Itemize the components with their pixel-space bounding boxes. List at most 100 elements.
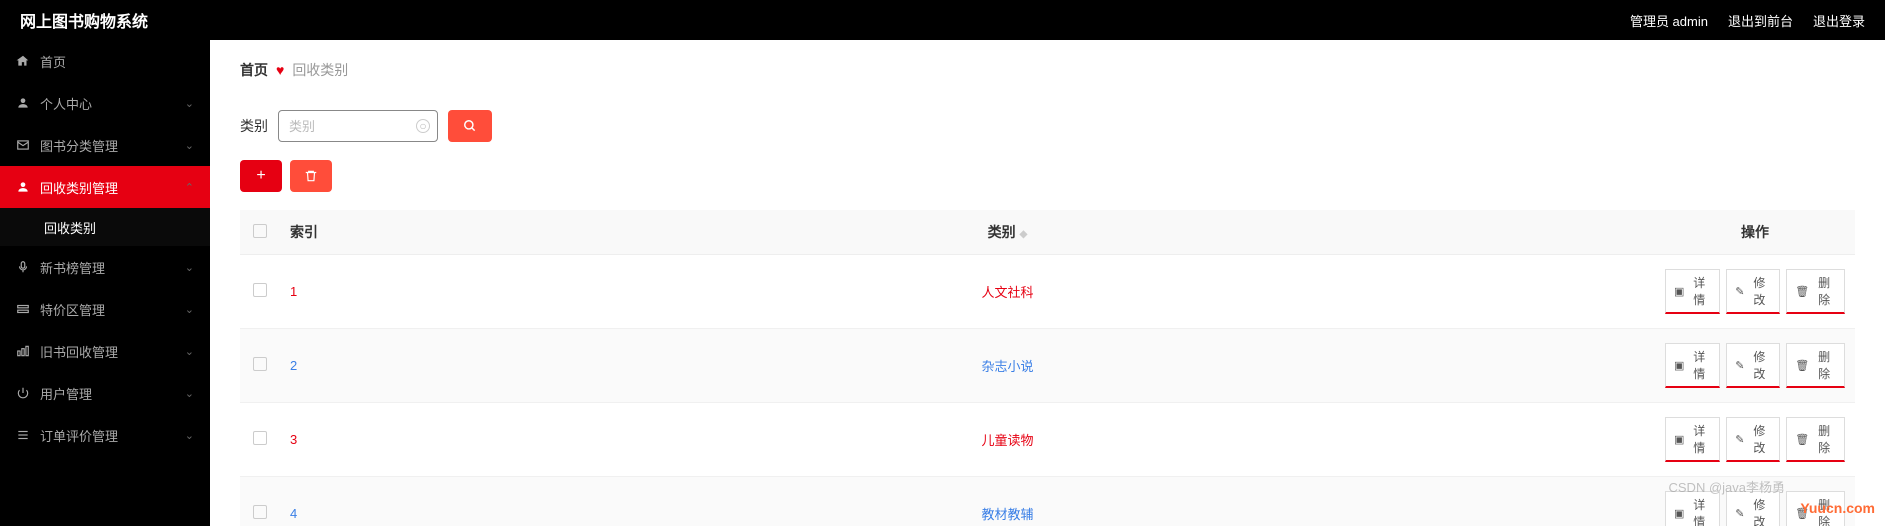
sidebar-item-8[interactable]: 订单评价管理 ⌄ — [0, 414, 210, 456]
chevron-down-icon: ⌄ — [185, 429, 194, 442]
breadcrumb: 首页 ♥ 回收类别 — [240, 60, 1855, 80]
sidebar-item-5[interactable]: 特价区管理 ⌄ — [0, 288, 210, 330]
clear-icon[interactable]: ○ — [416, 119, 430, 133]
row-checkbox[interactable] — [253, 357, 267, 371]
row-index: 4 — [290, 506, 297, 521]
trash-icon: 🗑 — [1795, 359, 1809, 372]
edit-button[interactable]: ✎修改 — [1726, 417, 1780, 462]
header: 网上图书购物系统 管理员 admin 退出到前台 退出登录 — [0, 0, 1885, 40]
sidebar-item-2[interactable]: 图书分类管理 ⌄ — [0, 124, 210, 166]
sidebar-item-6[interactable]: 旧书回收管理 ⌄ — [0, 330, 210, 372]
breadcrumb-home[interactable]: 首页 — [240, 60, 268, 80]
tag-icon — [16, 302, 30, 316]
edit-button[interactable]: ✎修改 — [1726, 491, 1780, 526]
sidebar-item-label: 旧书回收管理 — [40, 342, 118, 361]
plus-icon: + — [256, 167, 265, 185]
user2-icon — [16, 180, 30, 194]
row-index: 1 — [290, 284, 297, 299]
edit-button[interactable]: ✎修改 — [1726, 343, 1780, 388]
power-icon — [16, 386, 30, 400]
list-icon — [16, 428, 30, 442]
search-button[interactable] — [448, 110, 492, 142]
chevron-down-icon: ⌄ — [185, 303, 194, 316]
sidebar-item-label: 特价区管理 — [40, 300, 105, 319]
row-category: 教材教辅 — [981, 507, 1033, 522]
detail-button[interactable]: ▣详情 — [1665, 269, 1720, 314]
back-to-front-link[interactable]: 退出到前台 — [1728, 11, 1793, 30]
sidebar-item-label: 订单评价管理 — [40, 426, 118, 445]
sidebar-item-label: 用户管理 — [40, 384, 92, 403]
detail-icon: ▣ — [1674, 507, 1684, 520]
sidebar-item-label: 图书分类管理 — [40, 136, 118, 155]
sidebar-item-1[interactable]: 个人中心 ⌄ — [0, 82, 210, 124]
app-title: 网上图书购物系统 — [20, 8, 148, 32]
home-icon — [16, 54, 30, 68]
detail-icon: ▣ — [1674, 359, 1684, 372]
sort-icon: ◆ — [1020, 229, 1028, 240]
edit-icon: ✎ — [1735, 359, 1744, 372]
header-right: 管理员 admin 退出到前台 退出登录 — [1630, 11, 1865, 30]
sidebar-item-label: 新书榜管理 — [40, 258, 105, 277]
breadcrumb-current: 回收类别 — [292, 60, 348, 80]
chevron-up-icon: ⌃ — [185, 181, 194, 194]
select-all-checkbox[interactable] — [253, 224, 267, 238]
user-icon — [16, 96, 30, 110]
header-category[interactable]: 类别◆ — [360, 210, 1655, 255]
edit-icon: ✎ — [1735, 285, 1744, 298]
admin-label[interactable]: 管理员 admin — [1630, 11, 1708, 30]
table-row: 2 杂志小说 ▣详情 ✎修改 🗑删除 — [240, 329, 1855, 403]
chevron-down-icon: ⌄ — [185, 387, 194, 400]
row-category: 人文社科 — [981, 285, 1033, 300]
chevron-down-icon: ⌄ — [185, 261, 194, 274]
table-row: 1 人文社科 ▣详情 ✎修改 🗑删除 — [240, 255, 1855, 329]
trash-icon — [304, 169, 318, 183]
delete-button[interactable]: 🗑删除 — [1786, 269, 1845, 314]
add-button[interactable]: + — [240, 160, 282, 192]
sidebar-item-3[interactable]: 回收类别管理⌃ — [0, 166, 210, 208]
sidebar-item-4[interactable]: 新书榜管理 ⌄ — [0, 246, 210, 288]
row-index: 2 — [290, 358, 297, 373]
sidebar-item-0[interactable]: 首页 — [0, 40, 210, 82]
row-category: 杂志小说 — [981, 359, 1033, 374]
edit-button[interactable]: ✎修改 — [1726, 269, 1780, 314]
header-actions: 操作 — [1655, 210, 1855, 255]
mic-icon — [16, 260, 30, 274]
sidebar-item-label: 首页 — [40, 52, 66, 71]
search-icon — [463, 119, 477, 133]
table-row: 3 儿童读物 ▣详情 ✎修改 🗑删除 — [240, 403, 1855, 477]
sidebar-item-label: 个人中心 — [40, 94, 92, 113]
sidebar: 首页个人中心⌄图书分类管理⌄回收类别管理⌃回收类别新书榜管理⌄特价区管理⌄旧书回… — [0, 40, 210, 526]
chevron-down-icon: ⌄ — [185, 97, 194, 110]
row-checkbox[interactable] — [253, 283, 267, 297]
row-checkbox[interactable] — [253, 431, 267, 445]
detail-button[interactable]: ▣详情 — [1665, 417, 1720, 462]
detail-button[interactable]: ▣详情 — [1665, 491, 1720, 526]
detail-icon: ▣ — [1674, 433, 1684, 446]
edit-icon: ✎ — [1735, 507, 1744, 520]
row-category: 儿童读物 — [981, 433, 1033, 448]
trash-icon: 🗑 — [1795, 507, 1809, 520]
delete-button[interactable]: 🗑删除 — [1786, 417, 1845, 462]
heart-icon: ♥ — [276, 62, 284, 78]
logout-link[interactable]: 退出登录 — [1813, 11, 1865, 30]
chevron-down-icon: ⌄ — [185, 345, 194, 358]
table-row: 4 教材教辅 ▣详情 ✎修改 🗑删除 — [240, 477, 1855, 526]
delete-button[interactable]: 🗑删除 — [1786, 491, 1845, 526]
delete-button[interactable]: 🗑删除 — [1786, 343, 1845, 388]
sidebar-item-7[interactable]: 用户管理 ⌄ — [0, 372, 210, 414]
sidebar-subitem-3-0[interactable]: 回收类别 — [0, 208, 210, 246]
chevron-down-icon: ⌄ — [185, 139, 194, 152]
header-index[interactable]: 索引 — [280, 210, 360, 255]
row-checkbox[interactable] — [253, 505, 267, 519]
bulk-delete-button[interactable] — [290, 160, 332, 192]
detail-icon: ▣ — [1674, 285, 1684, 298]
search-input[interactable] — [278, 110, 438, 142]
edit-icon: ✎ — [1735, 433, 1744, 446]
action-row: + — [240, 160, 1855, 192]
row-index: 3 — [290, 432, 297, 447]
search-label: 类别 — [240, 116, 268, 136]
detail-button[interactable]: ▣详情 — [1665, 343, 1720, 388]
mail-icon — [16, 138, 30, 152]
chart-icon — [16, 344, 30, 358]
trash-icon: 🗑 — [1795, 433, 1809, 446]
